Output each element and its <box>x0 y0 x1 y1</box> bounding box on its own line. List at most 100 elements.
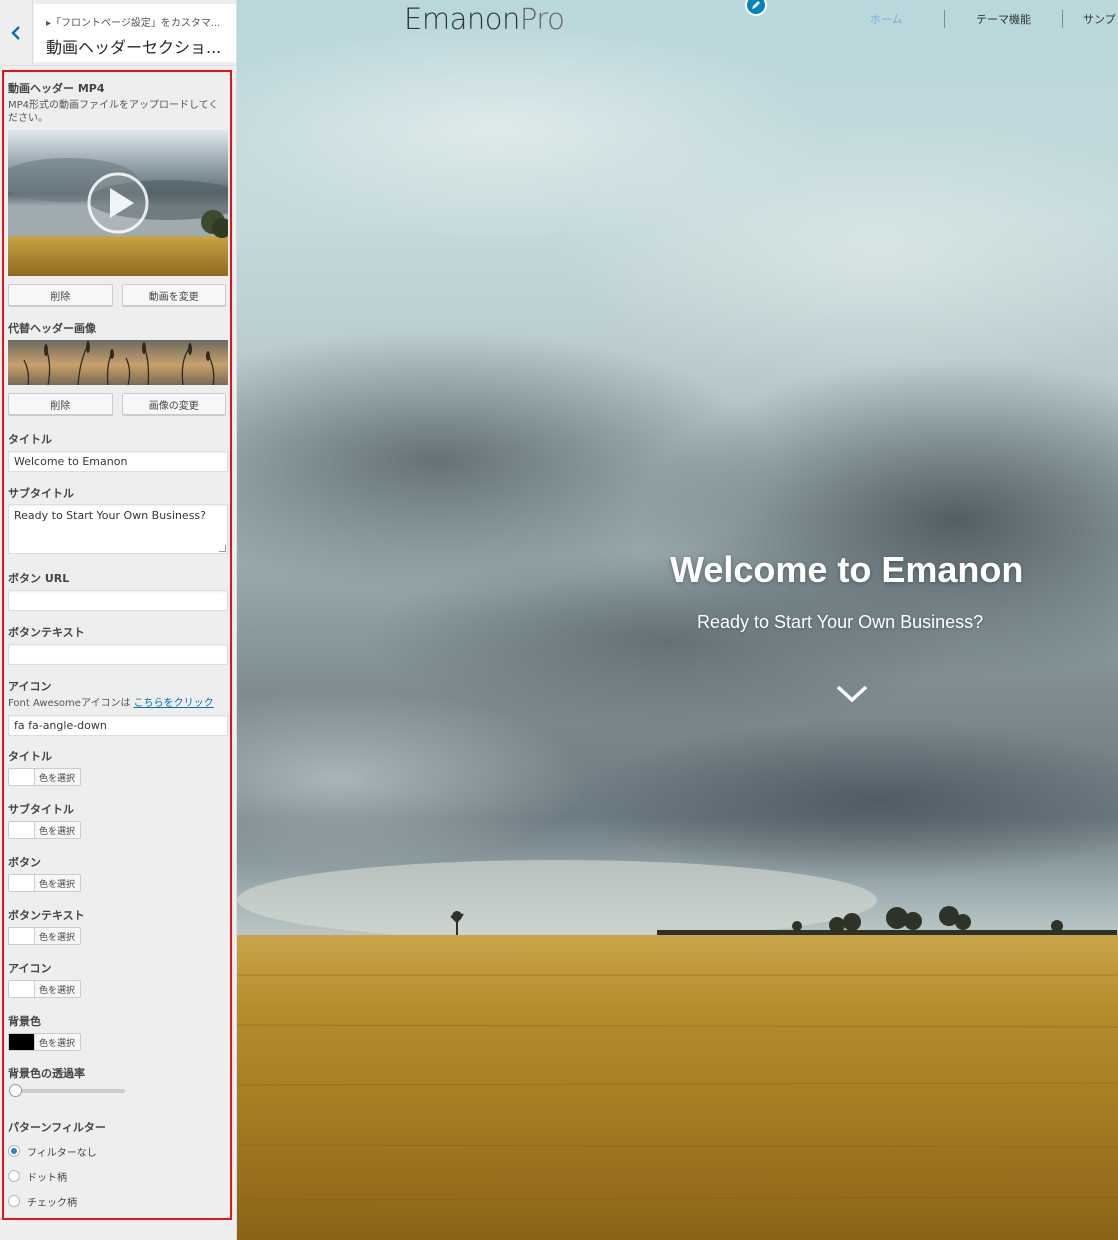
hero-subtitle: Ready to Start Your Own Business? <box>697 612 984 632</box>
color-picker-label: 色を選択 <box>39 827 76 837</box>
color-swatch[interactable] <box>9 822 35 838</box>
color-control: ボタン色を選択 <box>8 854 226 892</box>
site-preview: EmanonPro ホーム テーマ機能 サンプ Welcome to Emano… <box>237 0 1118 1240</box>
site-logo[interactable]: EmanonPro <box>404 2 565 36</box>
edit-shortcut-pencil-icon[interactable] <box>745 0 767 16</box>
pattern-filter-option[interactable]: ドット柄 <box>8 1167 226 1185</box>
chevron-left-icon <box>11 26 20 40</box>
video-thumbnail[interactable] <box>8 130 228 276</box>
color-row: 色を選択 <box>8 980 226 998</box>
radio-button[interactable] <box>8 1170 20 1182</box>
color-control: アイコン色を選択 <box>8 960 226 998</box>
color-picker-label: 色を選択 <box>39 1039 76 1049</box>
button-url-label: ボタン URL <box>8 572 70 585</box>
change-image-button[interactable]: 画像の変更 <box>121 393 226 415</box>
color-swatch[interactable] <box>9 981 35 997</box>
color-picker-button[interactable]: 色を選択 <box>8 768 82 786</box>
opacity-label: 背景色の透過率 <box>8 1067 85 1080</box>
color-picker-button[interactable]: 色を選択 <box>8 980 82 998</box>
color-label: アイコン <box>8 962 52 975</box>
icon-description: Font Awesomeアイコンは こちらをクリック <box>8 697 226 710</box>
change-video-button[interactable]: 動画を変更 <box>121 284 226 306</box>
radio-label: チェック柄 <box>27 1197 77 1209</box>
color-control: ボタンテキスト色を選択 <box>8 907 226 945</box>
pattern-filter-label: パターンフィルター <box>8 1121 106 1134</box>
color-label: ボタン <box>8 856 41 869</box>
nav-home[interactable]: ホーム <box>870 11 903 27</box>
nav-sample[interactable]: サンプ <box>1083 11 1116 27</box>
pattern-filter-options: フィルターなし ドット柄チェック柄 <box>8 1142 226 1210</box>
sky-background <box>237 20 1118 935</box>
remove-image-button[interactable]: 削除 <box>8 393 113 415</box>
color-picker-label: 色を選択 <box>39 880 76 890</box>
hero-title: Welcome to Emanon <box>670 549 1024 590</box>
nav-divider <box>944 10 945 28</box>
icon-description-text: Font Awesomeアイコンは <box>8 698 131 709</box>
color-control: サブタイトル色を選択 <box>8 801 226 839</box>
pattern-filter-option[interactable]: チェック柄 <box>8 1192 226 1210</box>
logo-pro-text: Pro <box>519 2 565 36</box>
video-header-description: MP4形式の動画ファイルをアップロードしてください。 <box>8 100 219 124</box>
wheat-field-background <box>237 935 1118 1240</box>
customizer-sidebar: ▸「フロントページ設定」をカスタマ... 動画ヘッダーセクショ... 動画ヘッダ… <box>0 0 237 1240</box>
breadcrumb: ▸「フロントページ設定」をカスタマ... <box>46 18 221 29</box>
button-url-input[interactable] <box>8 590 228 611</box>
radio-button[interactable] <box>8 1195 20 1207</box>
radio-label: フィルターなし <box>27 1147 97 1159</box>
color-label: ボタンテキスト <box>8 909 85 922</box>
section-title: 動画ヘッダーセクショ... <box>46 38 222 57</box>
alt-image-thumbnail[interactable] <box>8 340 228 385</box>
subtitle-label: サブタイトル <box>8 487 74 500</box>
radio-button[interactable] <box>8 1145 20 1157</box>
font-awesome-link[interactable]: こちらをクリック <box>134 698 214 709</box>
color-swatch[interactable] <box>9 769 35 785</box>
title-label: タイトル <box>8 433 52 446</box>
color-picker-label: 色を選択 <box>39 986 76 996</box>
video-header-label: 動画ヘッダー MP4 <box>8 82 105 95</box>
button-text-input[interactable] <box>8 644 228 665</box>
logo-text: Emanon <box>404 2 520 36</box>
color-controls: タイトル 色を選択 サブタイトル 色を選択 ボタン 色を選択 ボタンテキスト 色を選択 アイコン… <box>8 748 226 1051</box>
color-picker-label: 色を選択 <box>39 774 76 784</box>
color-label: サブタイトル <box>8 803 74 816</box>
remove-video-button[interactable]: 削除 <box>8 284 113 306</box>
title-input[interactable]: Welcome to Emanon <box>8 451 228 472</box>
subtitle-value: Ready to Start Your Own Business? <box>14 509 207 522</box>
color-picker-button[interactable]: 色を選択 <box>8 821 82 839</box>
color-control: 背景色色を選択 <box>8 1013 226 1051</box>
color-row: 色を選択 <box>8 874 226 892</box>
color-row: 色を選択 <box>8 821 226 839</box>
color-label: 背景色 <box>8 1015 41 1028</box>
site-header: EmanonPro ホーム テーマ機能 サンプ <box>237 0 1118 38</box>
nav-divider <box>1062 10 1063 28</box>
button-text-label: ボタンテキスト <box>8 626 85 639</box>
color-picker-button[interactable]: 色を選択 <box>8 874 82 892</box>
color-row: 色を選択 <box>8 768 226 786</box>
back-button[interactable] <box>0 0 33 66</box>
color-picker-button[interactable]: 色を選択 <box>8 927 82 945</box>
angle-down-icon[interactable] <box>835 683 869 705</box>
section-title-box: ▸「フロントページ設定」をカスタマ... 動画ヘッダーセクショ... <box>34 4 236 62</box>
resize-handle[interactable] <box>219 545 226 552</box>
icon-input[interactable]: fa fa-angle-down <box>8 715 228 736</box>
color-swatch[interactable] <box>9 875 35 891</box>
opacity-slider-thumb[interactable] <box>9 1084 22 1097</box>
pattern-filter-option[interactable]: フィルターなし <box>8 1142 226 1160</box>
opacity-slider[interactable] <box>9 1084 125 1097</box>
nav-theme-features[interactable]: テーマ機能 <box>976 11 1031 27</box>
play-icon[interactable] <box>86 171 150 235</box>
icon-label: アイコン <box>8 680 52 693</box>
color-picker-label: 色を選択 <box>39 933 76 943</box>
subtitle-textarea[interactable]: Ready to Start Your Own Business? <box>8 504 228 554</box>
color-row: 色を選択 <box>8 1033 226 1051</box>
radio-label: ドット柄 <box>27 1172 67 1184</box>
color-row: 色を選択 <box>8 927 226 945</box>
color-swatch[interactable] <box>9 1034 35 1050</box>
color-swatch[interactable] <box>9 928 35 944</box>
color-label: タイトル <box>8 750 52 763</box>
color-picker-button[interactable]: 色を選択 <box>8 1033 82 1051</box>
color-control: タイトル色を選択 <box>8 748 226 786</box>
controls-panel: 動画ヘッダー MP4 MP4形式の動画ファイルをアップロードしてください。 削除… <box>2 70 232 1220</box>
customizer-header: ▸「フロントページ設定」をカスタマ... 動画ヘッダーセクショ... <box>0 0 236 66</box>
alt-image-label: 代替ヘッダー画像 <box>8 322 96 335</box>
